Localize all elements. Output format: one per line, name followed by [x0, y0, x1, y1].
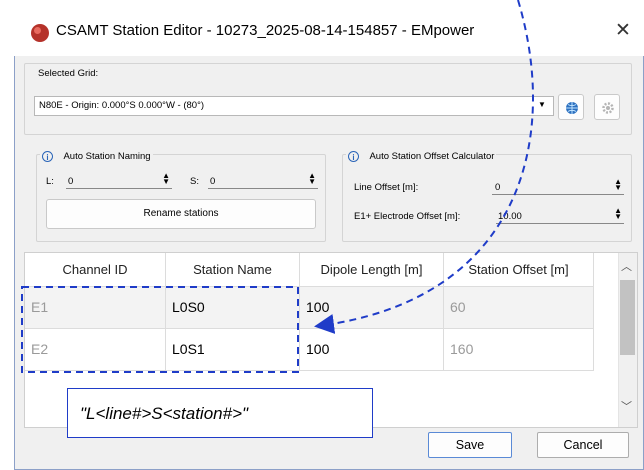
- settings-button[interactable]: [594, 94, 620, 120]
- table-cell-station-name[interactable]: L0S0: [166, 287, 300, 329]
- info-icon: i: [42, 151, 53, 163]
- app-logo-icon: [31, 24, 49, 42]
- line-offset-label: Line Offset [m]:: [354, 182, 419, 193]
- auto-station-naming-header: i Auto Station Naming: [40, 148, 153, 166]
- table-cell-station-offset[interactable]: 160: [444, 329, 594, 371]
- line-offset-value: 0: [495, 182, 501, 193]
- close-button[interactable]: ✕: [612, 20, 634, 42]
- table-cell-dipole-length[interactable]: 100: [300, 329, 444, 371]
- spin-arrows-icon: ▲ ▼: [162, 171, 170, 186]
- spin-arrows-icon: ▲ ▼: [308, 171, 316, 186]
- electrode-offset-spinbox[interactable]: 10.00 ▲ ▼: [496, 206, 624, 224]
- grid-select[interactable]: N80E - Origin: 0.000°S 0.000°W - (80°) ▼: [34, 96, 554, 116]
- line-number-spinbox[interactable]: 0 ▲ ▼: [66, 171, 172, 189]
- s-label: S:: [190, 176, 199, 187]
- line-offset-spinbox[interactable]: 0 ▲ ▼: [492, 177, 624, 195]
- table-cell-station-offset[interactable]: 60: [444, 287, 594, 329]
- scroll-up-icon[interactable]: ︿: [621, 258, 632, 274]
- offset-calculator-legend: Auto Station Offset Calculator: [369, 151, 495, 163]
- auto-station-naming-legend: Auto Station Naming: [63, 151, 151, 163]
- window-title: CSAMT Station Editor - 10273_2025-08-14-…: [56, 22, 475, 39]
- offset-calculator-header: i Auto Station Offset Calculator: [346, 148, 497, 166]
- table-cell-station-name[interactable]: L0S1: [166, 329, 300, 371]
- globe-button[interactable]: [558, 94, 584, 120]
- grid-select-value: N80E - Origin: 0.000°S 0.000°W - (80°): [39, 100, 205, 111]
- l-label: L:: [46, 176, 54, 187]
- spin-arrows-icon: ▲ ▼: [614, 177, 622, 192]
- scroll-down-icon[interactable]: ﹀: [621, 398, 632, 414]
- info-icon: i: [348, 151, 359, 163]
- column-header-station-offset[interactable]: Station Offset [m]: [444, 253, 594, 287]
- chevron-down-icon: ▼: [538, 100, 546, 109]
- selected-grid-legend: Selected Grid:: [36, 68, 101, 79]
- scrollbar-thumb[interactable]: [620, 280, 635, 355]
- column-header-station-name[interactable]: Station Name: [166, 253, 300, 287]
- gear-icon: [602, 102, 614, 114]
- globe-icon: [566, 102, 578, 114]
- station-number-value: 0: [210, 176, 216, 187]
- table-cell-channel-id[interactable]: E1: [25, 287, 166, 329]
- rename-stations-button[interactable]: Rename stations: [46, 199, 316, 229]
- offset-calculator-group: [342, 154, 632, 242]
- spin-arrows-icon: ▲ ▼: [614, 206, 622, 221]
- line-number-value: 0: [68, 176, 74, 187]
- annotation-note-text: "L<line#>S<station#>": [80, 404, 249, 423]
- column-header-channel-id[interactable]: Channel ID: [25, 253, 166, 287]
- save-button[interactable]: Save: [428, 432, 512, 458]
- table-cell-channel-id[interactable]: E2: [25, 329, 166, 371]
- column-header-dipole-length[interactable]: Dipole Length [m]: [300, 253, 444, 287]
- electrode-offset-value: 10.00: [498, 211, 522, 222]
- cancel-button[interactable]: Cancel: [537, 432, 629, 458]
- table-cell-dipole-length[interactable]: 100: [300, 287, 444, 329]
- electrode-offset-label: E1+ Electrode Offset [m]:: [354, 211, 461, 222]
- station-number-spinbox[interactable]: 0 ▲ ▼: [208, 171, 318, 189]
